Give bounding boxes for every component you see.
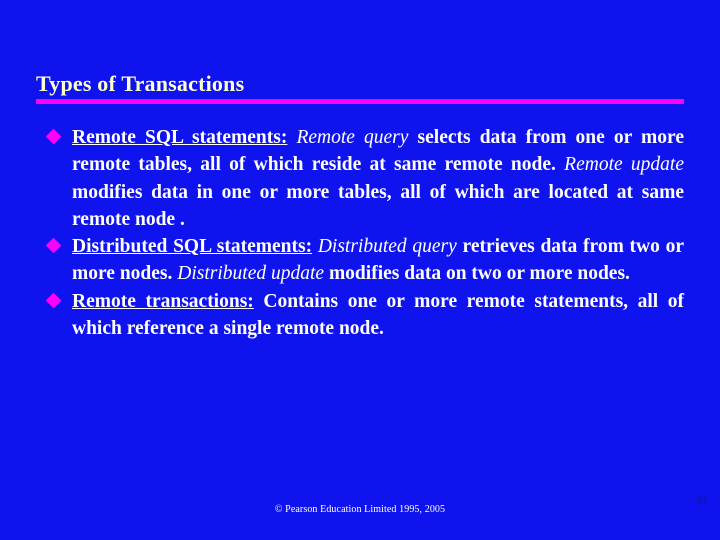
bullet-list: Remote SQL statements: Remote query sele…	[44, 124, 684, 342]
bullet-term-suffix: :	[280, 127, 288, 148]
list-item: Distributed SQL statements: Distributed …	[44, 233, 684, 288]
bullet-plain-2: modifies data on two or more nodes.	[324, 263, 630, 285]
diamond-bullet-icon	[45, 128, 62, 145]
diamond-bullet-icon	[45, 292, 62, 309]
bullet-plain-2: modifies data in one or more tables, all…	[72, 181, 684, 230]
bullet-term: Distributed SQL statements	[72, 236, 306, 258]
bullet-body: Remote SQL statements: Remote query sele…	[72, 124, 684, 233]
bullet-term-suffix: :	[305, 236, 313, 258]
copyright-notice: © Pearson Education Limited 1995, 2005	[274, 504, 446, 515]
title-block: Types of Transactions	[36, 71, 684, 105]
title-divider	[36, 99, 684, 105]
list-item: Remote SQL statements: Remote query sele…	[44, 124, 684, 233]
slide-canvas: Types of Transactions Remote SQL stateme…	[0, 0, 720, 540]
page-title: Types of Transactions	[36, 71, 245, 96]
bullet-emphasis-2: Distributed update	[177, 263, 325, 285]
bullet-term: Remote transactions	[72, 290, 248, 312]
bullet-emphasis-1: Remote query	[296, 127, 409, 148]
bullet-body: Distributed SQL statements: Distributed …	[72, 233, 684, 288]
page-number: 91	[697, 496, 708, 507]
bullet-body: Remote transactions: Contains one or mor…	[72, 288, 684, 343]
bullet-emphasis-1: Distributed query	[317, 236, 457, 258]
bullet-term: Remote SQL statements	[72, 127, 281, 148]
list-item: Remote transactions: Contains one or mor…	[44, 288, 684, 343]
bullet-emphasis-2: Remote update	[564, 154, 684, 176]
diamond-bullet-icon	[45, 237, 62, 254]
